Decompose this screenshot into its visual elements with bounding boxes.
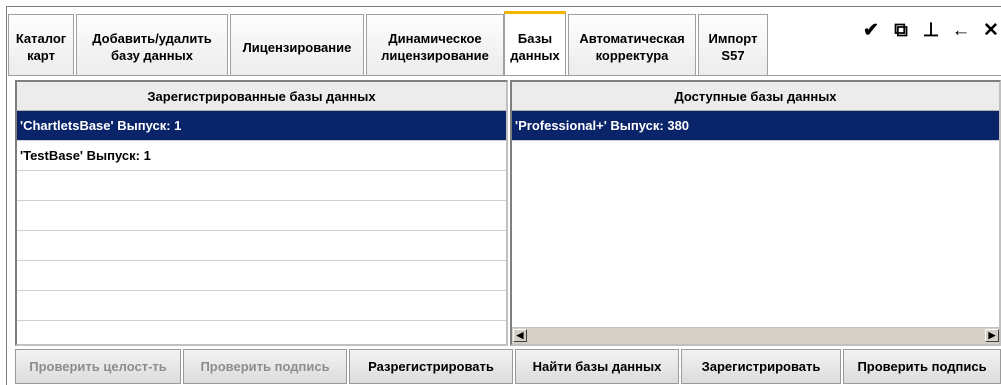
horizontal-scrollbar[interactable]: ◀ ▶ (512, 327, 999, 344)
registered-databases-header: Зарегистрированные базы данных (17, 82, 506, 111)
tab-import-s57[interactable]: Импорт S57 (698, 14, 768, 75)
register-button[interactable]: Зарегистрировать (681, 349, 841, 384)
tab-baseline (8, 75, 1001, 76)
available-databases-panel: Доступные базы данных 'Professional+' Вы… (510, 80, 1001, 346)
tab-databases[interactable]: Базы данных (504, 11, 566, 75)
toolbar: ✔ ⧉ ⊥ ← ✕ (861, 18, 1001, 42)
registered-databases-panel: Зарегистрированные базы данных 'Chartlet… (15, 80, 508, 346)
list-item[interactable]: 'Professional+' Выпуск: 380 (512, 111, 999, 141)
list-item-empty (17, 261, 506, 291)
check-integrity-button[interactable]: Проверить целост-ть (15, 349, 181, 384)
unregister-button[interactable]: Разрегистрировать (349, 349, 513, 384)
find-databases-button[interactable]: Найти базы данных (515, 349, 679, 384)
list-item-empty (17, 201, 506, 231)
broom-icon[interactable]: ✔ (861, 19, 881, 41)
list-item-empty (17, 171, 506, 201)
list-item-empty (17, 291, 506, 321)
list-item-empty (17, 231, 506, 261)
available-databases-header: Доступные базы данных (512, 82, 999, 111)
pin-icon[interactable]: ⊥ (921, 19, 941, 41)
tab-auto-correction[interactable]: Автоматическая корректура (568, 14, 696, 75)
tab-licensing[interactable]: Лицензирование (230, 14, 364, 75)
tab-chart-catalog[interactable]: Каталог карт (8, 14, 74, 75)
list-item[interactable]: 'TestBase' Выпуск: 1 (17, 141, 506, 171)
scroll-left-icon[interactable]: ◀ (513, 329, 527, 342)
button-bar: Проверить целост-ть Проверить подпись Ра… (15, 349, 1001, 384)
window-icon[interactable]: ⧉ (891, 19, 911, 41)
tab-dynamic-licensing[interactable]: Динамическое лицензирование (366, 14, 504, 75)
list-item[interactable]: 'ChartletsBase' Выпуск: 1 (17, 111, 506, 141)
scroll-right-icon[interactable]: ▶ (985, 329, 999, 342)
tab-add-remove-database[interactable]: Добавить/удалить базу данных (76, 14, 228, 75)
back-arrow-icon[interactable]: ← (951, 19, 971, 41)
check-signature-button[interactable]: Проверить подпись (183, 349, 347, 384)
close-icon[interactable]: ✕ (981, 19, 1001, 41)
check-signature-button-right[interactable]: Проверить подпись (843, 349, 1001, 384)
